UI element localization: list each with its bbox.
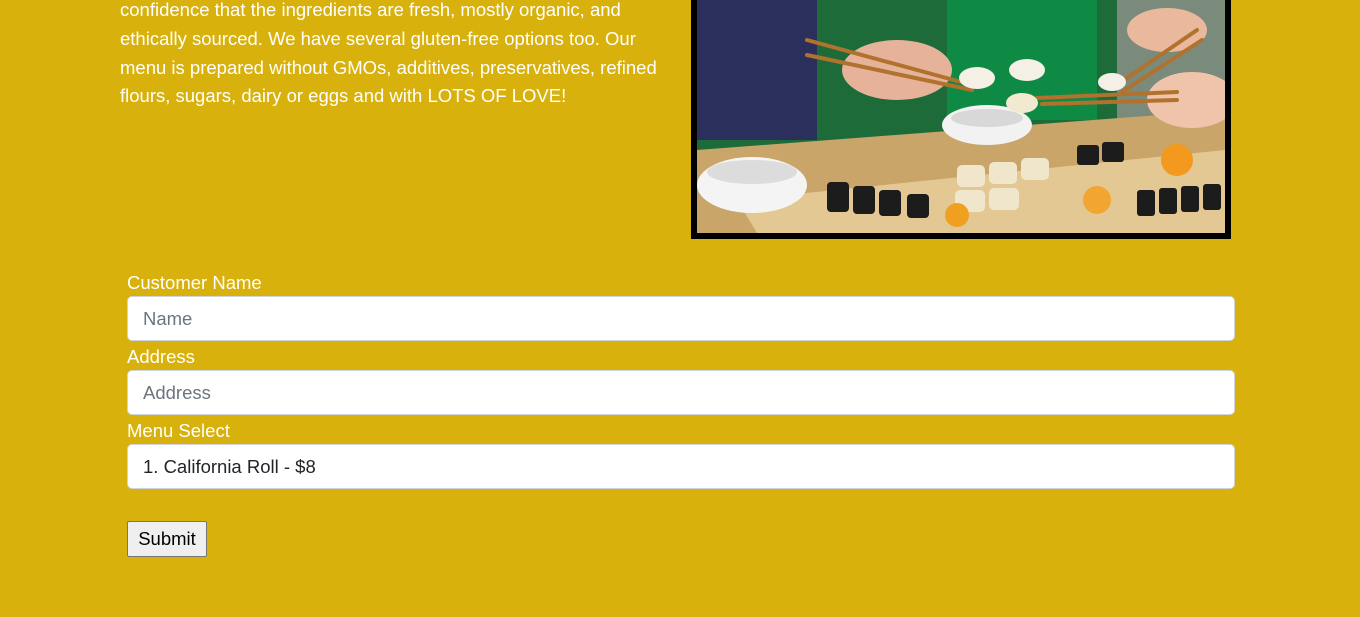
order-form: Customer Name Address Menu Select 1. Cal… <box>127 270 1235 492</box>
sushi-photo <box>691 0 1231 239</box>
customer-name-label: Customer Name <box>127 272 262 293</box>
menu-select[interactable]: 1. California Roll - $8 <box>127 444 1235 489</box>
customer-name-input[interactable] <box>127 296 1235 341</box>
page: confidence that the ingredients are fres… <box>0 0 1360 617</box>
intro-paragraph: confidence that the ingredients are fres… <box>120 0 657 107</box>
sushi-photo-image <box>697 0 1225 233</box>
menu-select-label: Menu Select <box>127 420 230 441</box>
address-input[interactable] <box>127 370 1235 415</box>
submit-button[interactable]: Submit <box>127 521 207 557</box>
address-label: Address <box>127 346 195 367</box>
